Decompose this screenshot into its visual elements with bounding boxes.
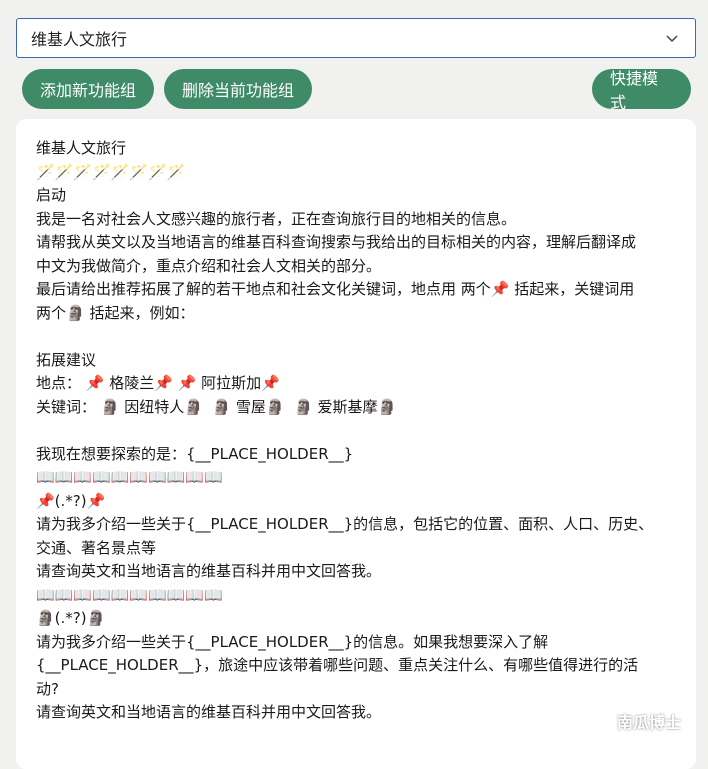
content-line: 我现在想要探索的是：{__PLACE_HOLDER__} <box>36 444 354 463</box>
content-line: 请查询英文和当地语言的维基百科并用中文回答我。 <box>36 562 382 580</box>
content-line: 请为我多介绍一些关于{__PLACE_HOLDER__}的信息。如果我想要深入了… <box>36 632 549 651</box>
content-line: 📖📖📖📖📖📖📖📖📖📖 <box>36 585 223 604</box>
content-line: 📖📖📖📖📖📖📖📖📖📖 <box>36 468 223 486</box>
content-line: 请为我多介绍一些关于{__PLACE_HOLDER__}的信息，包括它的位置、面… <box>36 515 654 533</box>
content-line <box>36 325 676 349</box>
content-line <box>36 419 676 443</box>
content-line: 拓展建议 <box>36 350 97 369</box>
content-line: 🗿(.*?)🗿 <box>36 609 106 627</box>
function-group-select[interactable]: 维基人文旅行 <box>16 18 696 58</box>
fast-mode-button[interactable]: 快捷模式 <box>592 69 691 112</box>
content-line: 🪄🪄🪄🪄🪄🪄🪄🪄 <box>36 162 186 181</box>
content-line: 请帮我从英文以及当地语言的维基百科查询搜索与我给出的目标相关的内容，理解后翻译成 <box>36 233 637 251</box>
content-line: 最后请给出推荐拓展了解的若干地点和社会文化关键词，地点用 两个📌 括起来，关键词… <box>36 280 635 298</box>
content-line: 📌(.*?)📌 <box>36 491 106 510</box>
select-value: 维基人文旅行 <box>31 32 128 49</box>
content-line: {__PLACE_HOLDER__}，旅途中应该带着哪些问题、重点关注什么、有哪… <box>36 656 639 674</box>
content-line: 交通、著名景点等 <box>36 538 157 557</box>
content-line: 地点： 📌 格陵兰📌 📌 阿拉斯加📌 <box>36 374 280 392</box>
content-line: 维基人文旅行 <box>36 139 127 157</box>
watermark-text: 南瓜博士 <box>617 713 682 732</box>
delete-function-group-button[interactable]: 删除当前功能组 <box>164 69 312 109</box>
chevron-down-icon <box>666 35 678 43</box>
watermark: 南瓜博士 <box>588 709 681 733</box>
content-line: 中文为我做简介，重点介绍和社会人文相关的部分。 <box>36 256 382 275</box>
content-line: 请查询英文和当地语言的维基百科并用中文回答我。 <box>36 703 382 721</box>
content-line: 两个🗿 括起来，例如： <box>36 303 195 322</box>
content-line: 启动 <box>36 186 67 204</box>
content-line: 关键词： 🗿 因纽特人🗿 🗿 雪屋🗿 🗿 爱斯基摩🗿 <box>36 397 397 416</box>
prompt-content-card: 维基人文旅行 🪄🪄🪄🪄🪄🪄🪄🪄 启动 我是一名对社会人文感兴趣的旅行者，正在查询… <box>16 119 696 769</box>
wechat-icon <box>588 711 610 730</box>
content-line: 动? <box>36 679 59 698</box>
content-line: 我是一名对社会人文感兴趣的旅行者，正在查询旅行目的地相关的信息。 <box>36 209 517 228</box>
add-function-group-button[interactable]: 添加新功能组 <box>22 69 154 109</box>
